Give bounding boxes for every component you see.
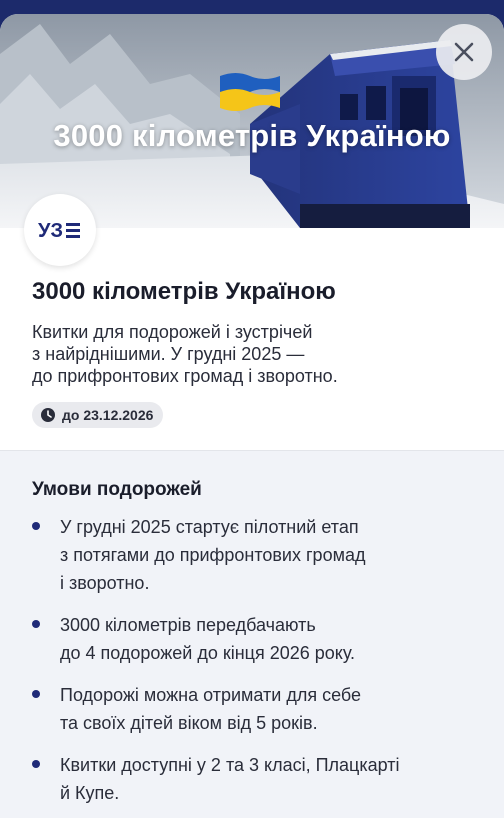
close-icon [454,42,474,62]
condition-line: та своїх дітей віком від 5 років. [60,713,318,733]
ukraine-flag-icon [220,73,280,111]
description-line: Квитки для подорожей і зустрічей [32,322,313,342]
offer-description: Квитки для подорожей і зустрічей з найрі… [32,321,472,387]
bullet-icon [32,760,40,768]
offer-sheet: 3000 кілометрів Україною УЗ 3000 кіломет… [0,14,504,818]
list-item: Квитки доступні у 2 та 3 класі, Плацкарт… [30,751,480,807]
bullet-icon [32,522,40,530]
list-item: У грудні 2025 стартує пілотний етап з по… [30,513,480,597]
condition-line: 3000 кілометрів передбачають [60,615,316,635]
condition-line: У грудні 2025 стартує пілотний етап [60,517,359,537]
offer-title: 3000 кілометрів Україною [32,278,336,305]
condition-line: з потягами до прифронтових громад [60,545,366,565]
conditions-title: Умови подорожей [32,479,202,500]
clock-icon [41,408,55,422]
description-line: до прифронтових громад і зворотно. [32,366,338,386]
status-bar [0,0,504,14]
uz-logo: УЗ [24,194,96,266]
close-button[interactable] [436,24,492,80]
condition-line: Подорожі можна отримати для себе [60,685,361,705]
conditions-list: У грудні 2025 стартує пілотний етап з по… [30,513,480,818]
condition-line: до 4 подорожей до кінця 2026 року. [60,643,356,663]
uz-logo-text: УЗ [38,220,63,242]
condition-line: і зворотно. [60,573,150,593]
uz-logo-icon: УЗ [38,220,80,242]
hero-title: 3000 кілометрів Україною [53,118,451,153]
list-item: 3000 кілометрів передбачають до 4 подоро… [30,611,480,667]
list-item: Подорожі можна отримати для себе та свої… [30,681,480,737]
validity-badge: до 23.12.2026 [32,402,164,428]
condition-line: й Купе. [60,783,120,803]
hero-banner: 3000 кілометрів Україною [0,14,504,228]
bullet-icon [32,690,40,698]
conditions-section: Умови подорожей У грудні 2025 стартує пі… [0,451,504,818]
validity-date: до 23.12.2026 [62,407,154,423]
description-line: з найріднішими. У грудні 2025 — [32,344,305,364]
bullet-icon [32,620,40,628]
condition-line: Квитки доступні у 2 та 3 класі, Плацкарт… [60,755,400,775]
